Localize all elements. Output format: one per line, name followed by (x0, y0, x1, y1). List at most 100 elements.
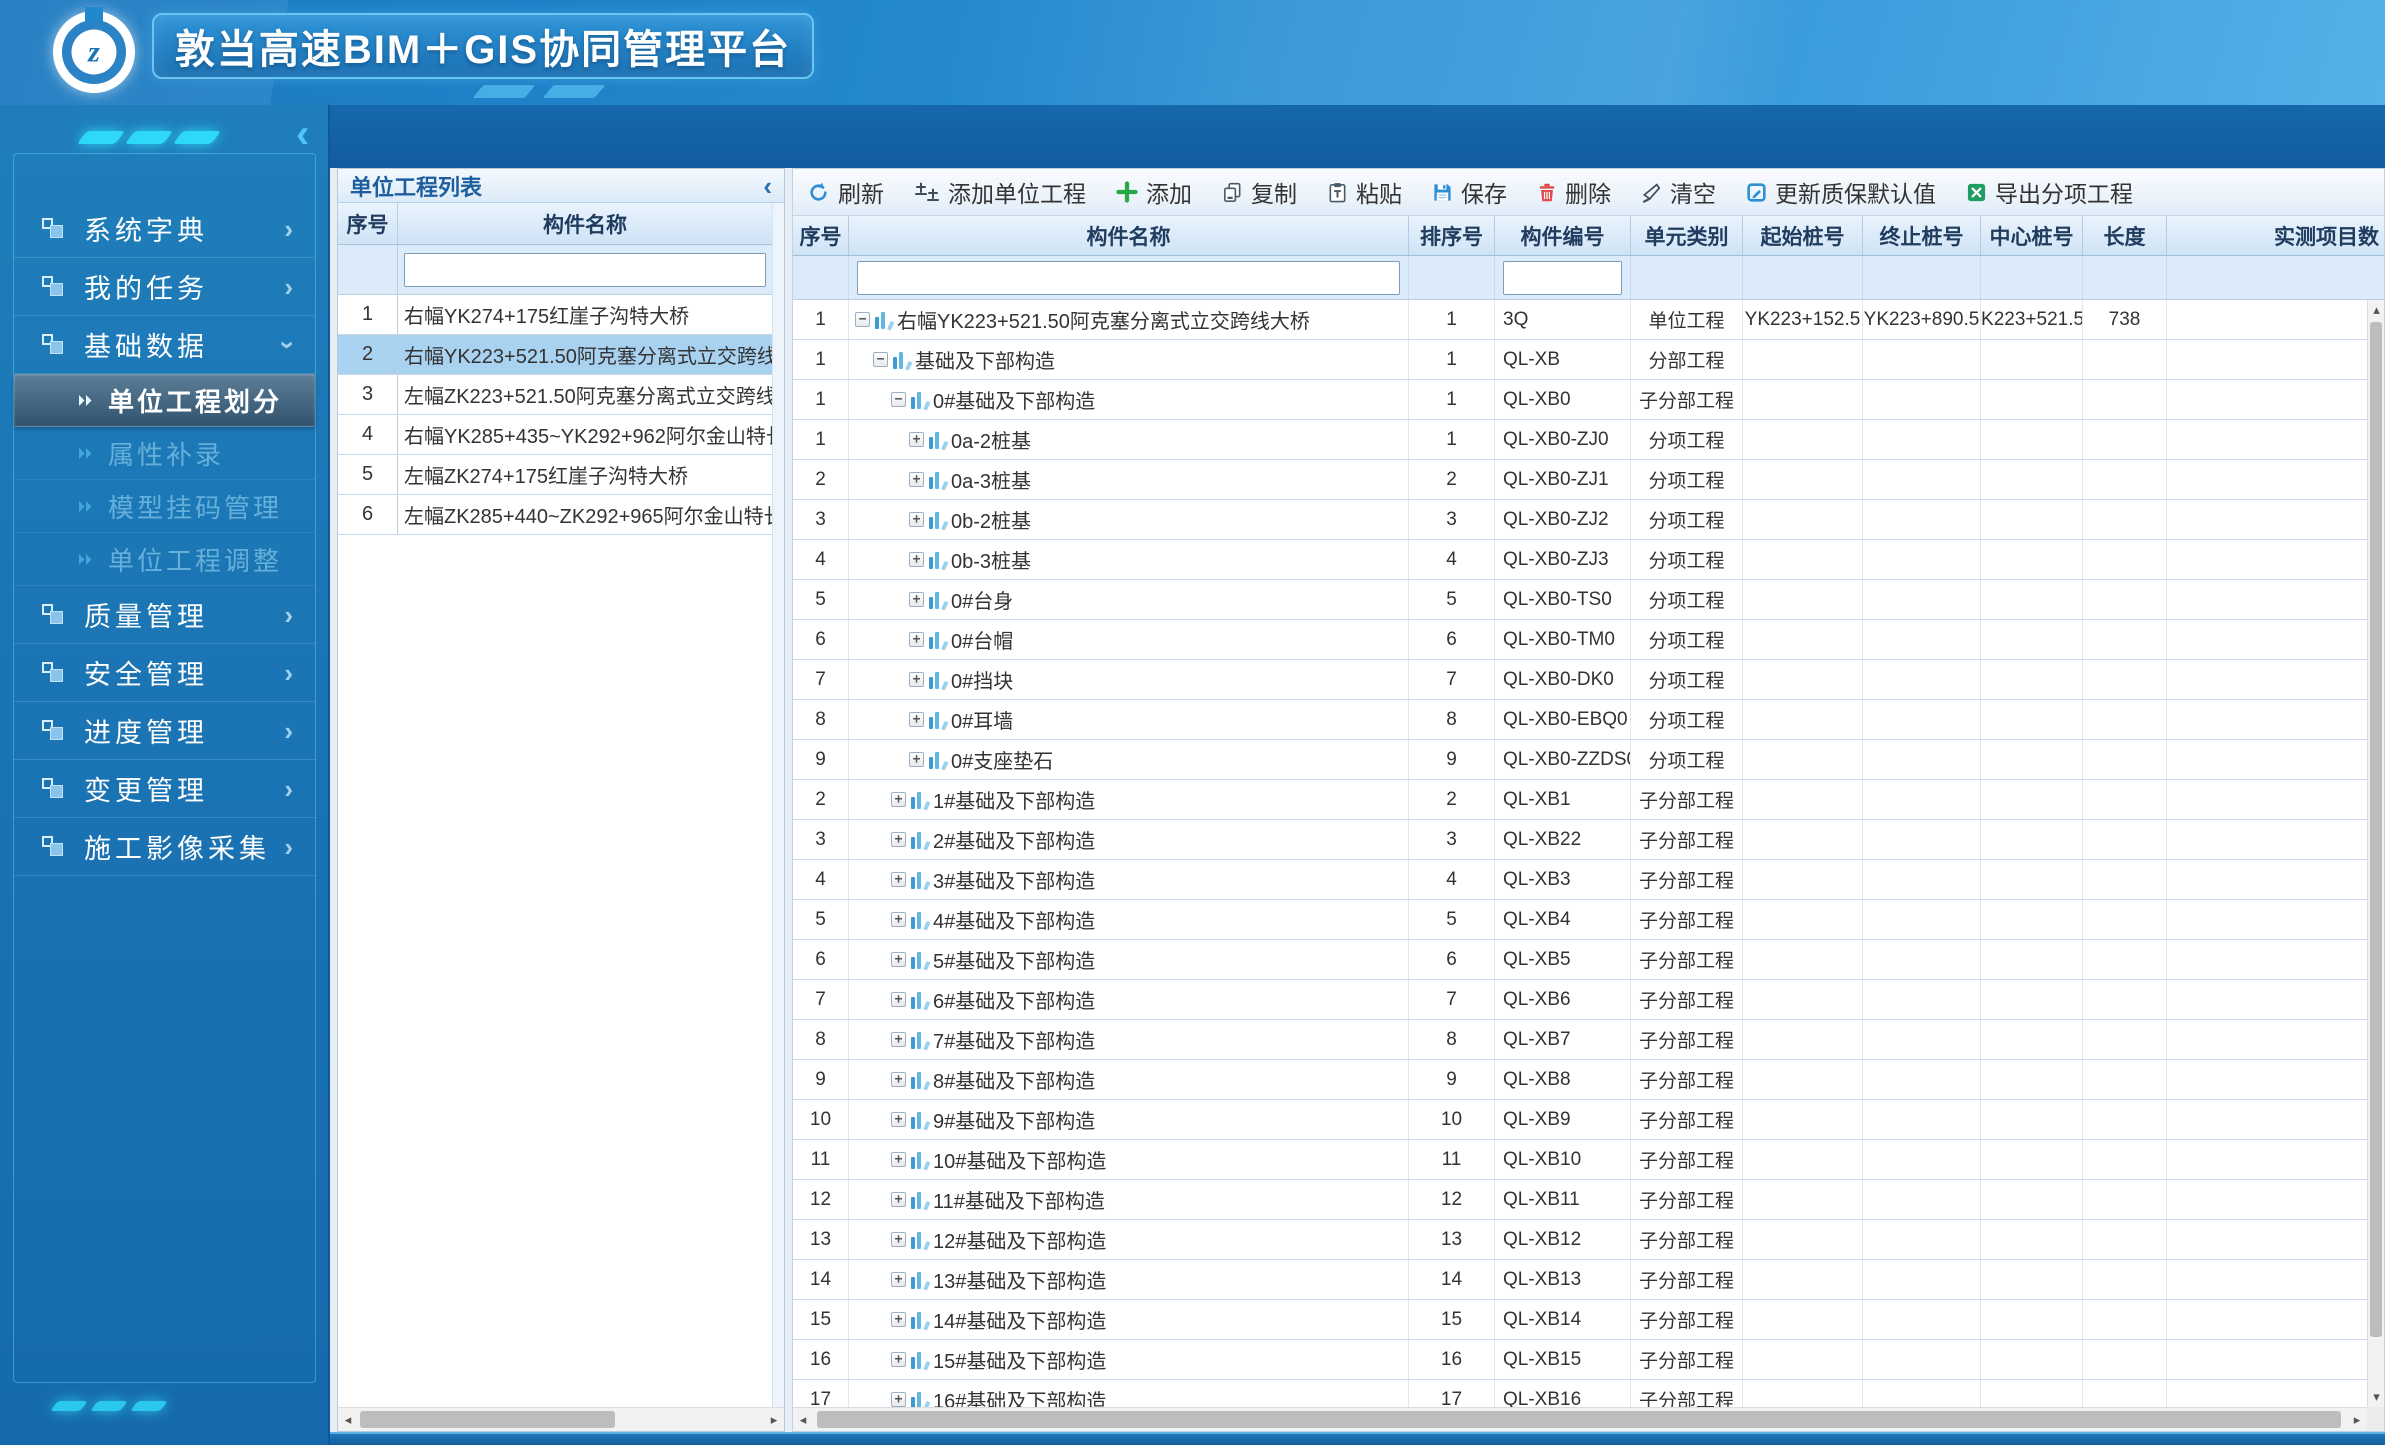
table-row[interactable]: 2+0a-3桩基2QL-XB0-ZJ1分项工程 (793, 460, 2384, 500)
chevron-right-icon: › (284, 274, 293, 300)
table-row[interactable]: 3+2#基础及下部构造3QL-XB22子分部工程 (793, 820, 2384, 860)
expand-toggle-icon[interactable]: + (909, 632, 924, 647)
expand-toggle-icon[interactable]: + (891, 1032, 906, 1047)
expand-toggle-icon[interactable]: + (909, 552, 924, 567)
add-unit-button[interactable]: 添加单位工程 (914, 175, 1086, 209)
expand-toggle-icon[interactable]: + (891, 1312, 906, 1327)
add-button[interactable]: 添加 (1116, 175, 1192, 209)
expand-toggle-icon[interactable]: + (891, 1272, 906, 1287)
refresh-button[interactable]: 刷新 (807, 175, 884, 209)
delete-button[interactable]: 删除 (1537, 175, 1611, 209)
table-row[interactable]: 1−基础及下部构造1QL-XB分部工程 (793, 340, 2384, 380)
hscrollbar-thumb[interactable] (360, 1411, 615, 1428)
table-row[interactable]: 14+13#基础及下部构造14QL-XB13子分部工程 (793, 1260, 2384, 1300)
expand-toggle-icon[interactable]: + (909, 712, 924, 727)
unit-list-row[interactable]: 3左幅ZK223+521.50阿克塞分离式立交跨线大桥 (338, 375, 772, 415)
component-name-filter-input[interactable] (404, 253, 766, 287)
table-row[interactable]: 15+14#基础及下部构造15QL-XB14子分部工程 (793, 1300, 2384, 1340)
export-button[interactable]: 导出分项工程 (1966, 175, 2133, 209)
table-row[interactable]: 3+0b-2桩基3QL-XB0-ZJ2分项工程 (793, 500, 2384, 540)
table-row[interactable]: 5+0#台身5QL-XB0-TS0分项工程 (793, 580, 2384, 620)
scroll-down-icon[interactable]: ▾ (2368, 1387, 2385, 1407)
table-row[interactable]: 6+5#基础及下部构造6QL-XB5子分部工程 (793, 940, 2384, 980)
sidebar-item[interactable]: 变更管理› (14, 760, 315, 818)
vscrollbar-thumb[interactable] (2370, 322, 2382, 1337)
expand-toggle-icon[interactable]: + (891, 1112, 906, 1127)
table-row[interactable]: 12+11#基础及下部构造12QL-XB11子分部工程 (793, 1180, 2384, 1220)
table-row[interactable]: 7+6#基础及下部构造7QL-XB6子分部工程 (793, 980, 2384, 1020)
expand-toggle-icon[interactable]: + (891, 792, 906, 807)
expand-toggle-icon[interactable]: + (909, 672, 924, 687)
table-row[interactable]: 5+4#基础及下部构造5QL-XB4子分部工程 (793, 900, 2384, 940)
table-row[interactable]: 1−0#基础及下部构造1QL-XB0子分部工程 (793, 380, 2384, 420)
sidebar-item[interactable]: 施工影像采集› (14, 818, 315, 876)
code-filter-input[interactable] (1503, 261, 1622, 295)
expand-toggle-icon[interactable]: + (891, 872, 906, 887)
expand-toggle-icon[interactable]: + (909, 472, 924, 487)
clear-button[interactable]: 清空 (1641, 175, 1716, 209)
save-button[interactable]: 保存 (1432, 175, 1507, 209)
table-row[interactable]: 1+0a-2桩基1QL-XB0-ZJ0分项工程 (793, 420, 2384, 460)
expand-toggle-icon[interactable]: + (891, 992, 906, 1007)
table-row[interactable]: 2+1#基础及下部构造2QL-XB1子分部工程 (793, 780, 2384, 820)
expand-toggle-icon[interactable]: + (909, 512, 924, 527)
expand-toggle-icon[interactable]: + (909, 592, 924, 607)
scroll-right-icon[interactable]: ▸ (764, 1408, 784, 1432)
sidebar-item[interactable]: 基础数据› (14, 316, 315, 374)
collapse-toggle-icon[interactable]: − (891, 392, 906, 407)
sidebar-item[interactable]: 系统字典› (14, 200, 315, 258)
table-row[interactable]: 17+16#基础及下部构造17QL-XB16子分部工程 (793, 1380, 2384, 1407)
paste-button[interactable]: 粘贴 (1327, 175, 1402, 209)
table-row[interactable]: 7+0#挡块7QL-XB0-DK0分项工程 (793, 660, 2384, 700)
collapse-toggle-icon[interactable]: − (855, 312, 870, 327)
unit-list-row[interactable]: 2右幅YK223+521.50阿克塞分离式立交跨线大桥 (338, 335, 772, 375)
sidebar-item[interactable]: 我的任务› (14, 258, 315, 316)
table-row[interactable]: 4+3#基础及下部构造4QL-XB3子分部工程 (793, 860, 2384, 900)
sidebar-item[interactable]: 质量管理› (14, 586, 315, 644)
table-row[interactable]: 13+12#基础及下部构造13QL-XB12子分部工程 (793, 1220, 2384, 1260)
expand-toggle-icon[interactable]: + (891, 1072, 906, 1087)
unit-list-row[interactable]: 1右幅YK274+175红崖子沟特大桥 (338, 295, 772, 335)
expand-toggle-icon[interactable]: + (891, 1392, 906, 1407)
sidebar-item[interactable]: 安全管理› (14, 644, 315, 702)
hscrollbar-thumb[interactable] (817, 1411, 2341, 1428)
scroll-up-icon[interactable]: ▴ (2368, 300, 2385, 320)
collapse-left-icon[interactable]: ‹ (296, 106, 309, 162)
table-row[interactable]: 11+10#基础及下部构造11QL-XB10子分部工程 (793, 1140, 2384, 1180)
sidebar-subitem[interactable]: 属性补录 (14, 427, 315, 480)
expand-toggle-icon[interactable]: + (891, 1232, 906, 1247)
scroll-left-icon[interactable]: ◂ (338, 1408, 358, 1432)
sidebar-item[interactable]: 进度管理› (14, 702, 315, 760)
collapse-toggle-icon[interactable]: − (873, 352, 888, 367)
expand-toggle-icon[interactable]: + (909, 752, 924, 767)
table-row[interactable]: 9+8#基础及下部构造9QL-XB8子分部工程 (793, 1060, 2384, 1100)
expand-toggle-icon[interactable]: + (891, 1352, 906, 1367)
table-row[interactable]: 4+0b-3桩基4QL-XB0-ZJ3分项工程 (793, 540, 2384, 580)
table-row[interactable]: 16+15#基础及下部构造16QL-XB15子分部工程 (793, 1340, 2384, 1380)
scroll-left-icon[interactable]: ◂ (793, 1408, 813, 1432)
expand-toggle-icon[interactable]: + (891, 952, 906, 967)
sidebar-subitem[interactable]: 单位工程调整 (14, 533, 315, 586)
name-filter-input[interactable] (857, 261, 1400, 295)
expand-toggle-icon[interactable]: + (891, 1192, 906, 1207)
main-table-panel: 刷新添加单位工程添加复制粘贴保存删除清空更新质保默认值导出分项工程 序号构件名称… (792, 168, 2385, 1432)
expand-toggle-icon[interactable]: + (891, 1152, 906, 1167)
sidebar-subitem[interactable]: 模型挂码管理 (14, 480, 315, 533)
copy-button[interactable]: 复制 (1222, 175, 1297, 209)
unit-list-row[interactable]: 5左幅ZK274+175红崖子沟特大桥 (338, 455, 772, 495)
sidebar-subitem[interactable]: 单位工程划分 (14, 374, 315, 427)
table-row[interactable]: 1−右幅YK223+521.50阿克塞分离式立交跨线大桥13Q单位工程YK223… (793, 300, 2384, 340)
table-row[interactable]: 8+0#耳墙8QL-XB0-EBQ0分项工程 (793, 700, 2384, 740)
panel-collapse-icon[interactable]: ‹ (763, 173, 772, 199)
unit-list-row[interactable]: 4右幅YK285+435~YK292+962阿尔金山特长隧道 (338, 415, 772, 455)
table-row[interactable]: 6+0#台帽6QL-XB0-TM0分项工程 (793, 620, 2384, 660)
expand-toggle-icon[interactable]: + (891, 912, 906, 927)
expand-toggle-icon[interactable]: + (891, 832, 906, 847)
table-row[interactable]: 8+7#基础及下部构造8QL-XB7子分部工程 (793, 1020, 2384, 1060)
expand-toggle-icon[interactable]: + (909, 432, 924, 447)
update-qa-button[interactable]: 更新质保默认值 (1746, 175, 1936, 209)
unit-list-row[interactable]: 6左幅ZK285+440~ZK292+965阿尔金山特长隧道 (338, 495, 772, 535)
scroll-right-icon[interactable]: ▸ (2347, 1408, 2367, 1432)
table-row[interactable]: 10+9#基础及下部构造10QL-XB9子分部工程 (793, 1100, 2384, 1140)
table-row[interactable]: 9+0#支座垫石9QL-XB0-ZZDS0分项工程 (793, 740, 2384, 780)
